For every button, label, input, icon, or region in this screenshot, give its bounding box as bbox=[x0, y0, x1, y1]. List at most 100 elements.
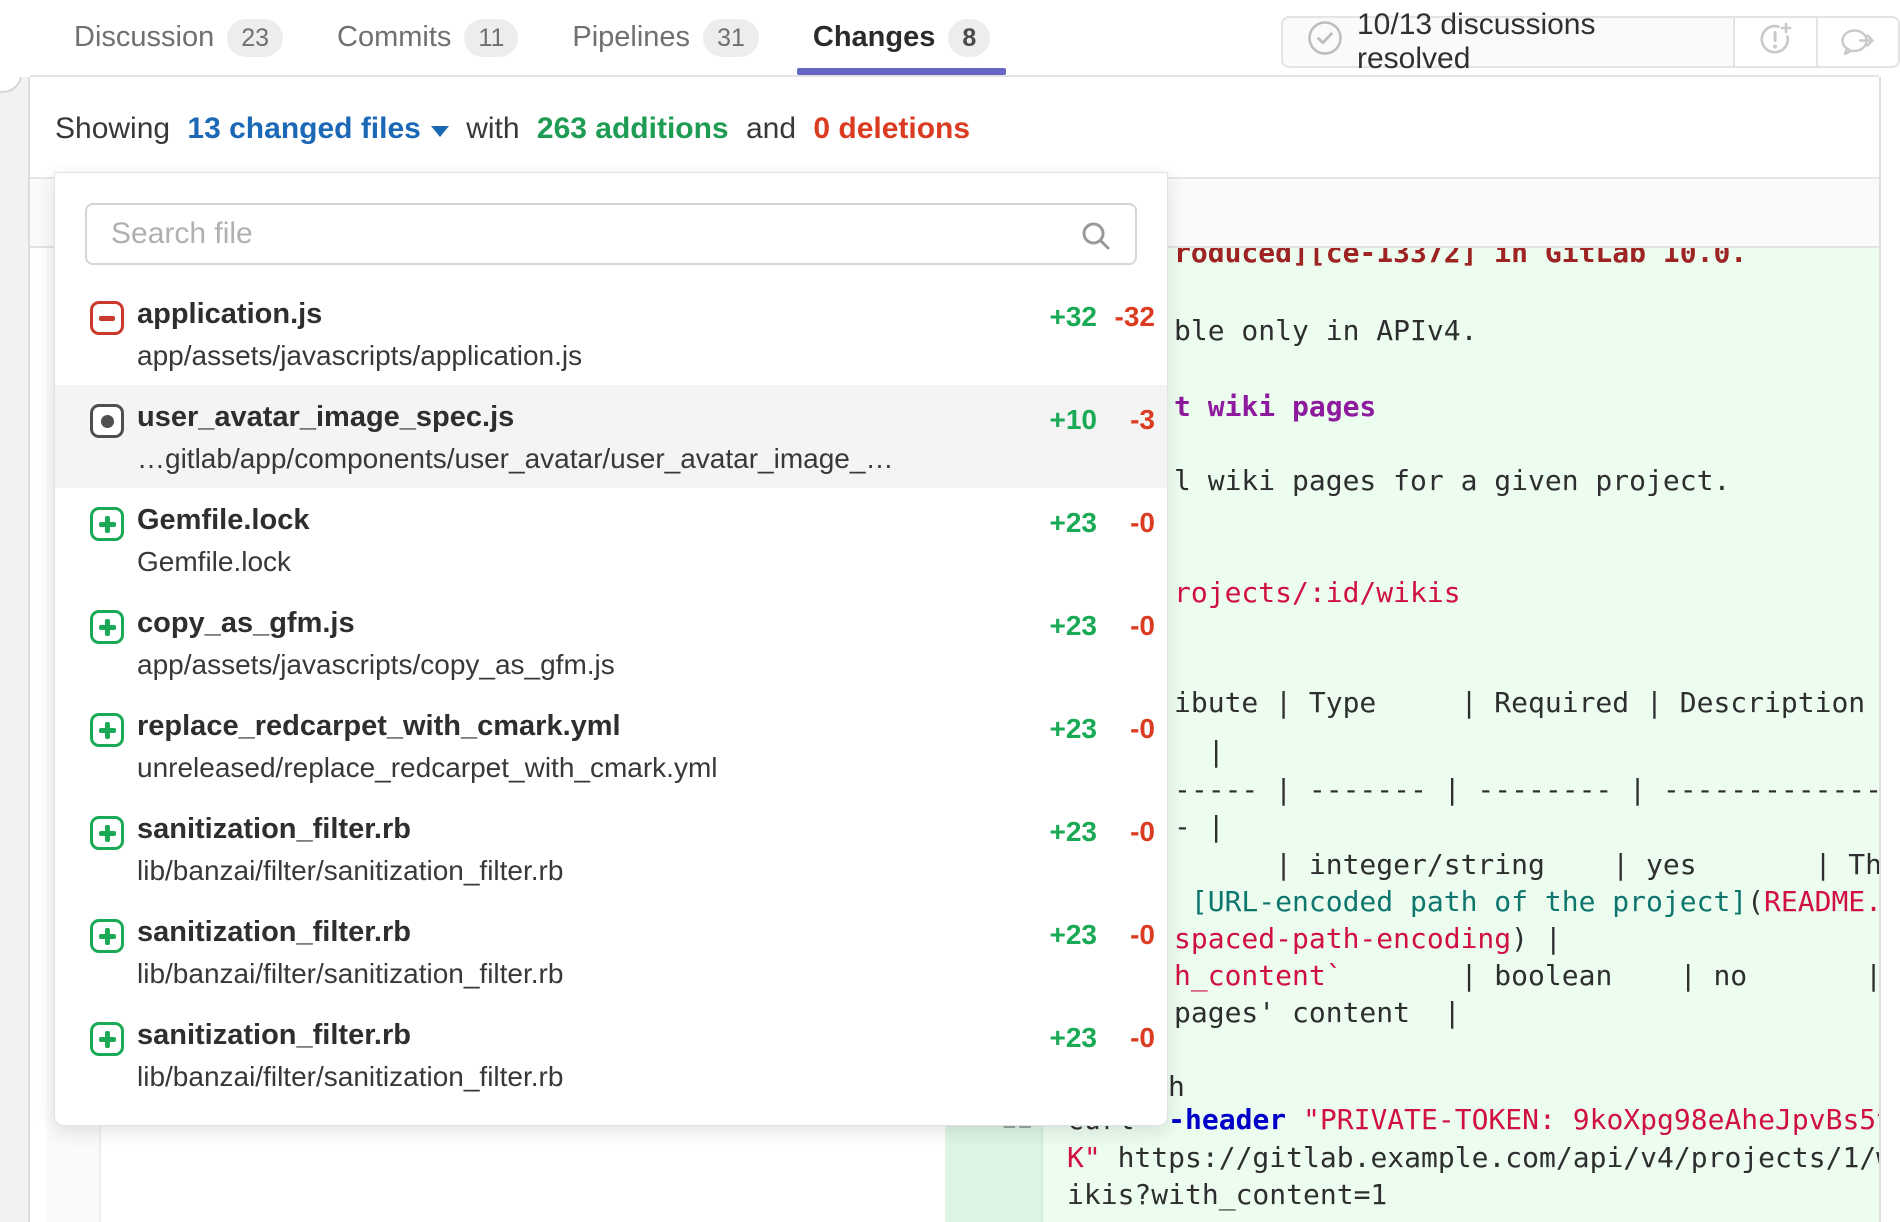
file-path: app/assets/javascripts/application.js bbox=[137, 340, 582, 372]
lines-removed: -0 bbox=[1097, 713, 1155, 745]
diff-code-line: ibute | Type | Required | Description bbox=[1174, 688, 1865, 718]
file-path: lib/banzai/filter/sanitization_filter.rb bbox=[137, 855, 563, 887]
file-row-sanitization-filter-rb[interactable]: sanitization_filter.rb lib/banzai/filter… bbox=[55, 1003, 1167, 1106]
diff-code-line: t wiki pages bbox=[1174, 392, 1376, 422]
chevron-down-icon bbox=[431, 126, 449, 137]
file-row-sanitization-filter-rb[interactable]: sanitization_filter.rb lib/banzai/filter… bbox=[55, 797, 1167, 900]
file-deleted-icon bbox=[90, 301, 124, 335]
showing-middle: with bbox=[458, 112, 528, 146]
search-icon bbox=[1079, 219, 1113, 258]
tab-discussion[interactable]: Discussion 23 bbox=[74, 0, 283, 75]
lines-removed: -0 bbox=[1097, 816, 1155, 848]
tab-count-badge: 11 bbox=[464, 19, 518, 57]
tab-label: Pipelines bbox=[572, 21, 690, 54]
deletions-count: 0 deletions bbox=[813, 112, 970, 146]
lines-added: +23 bbox=[1013, 610, 1097, 642]
diff-code-line: h bbox=[1168, 1072, 1185, 1102]
file-path: Gemfile.lock bbox=[137, 546, 309, 578]
file-name: copy_as_gfm.js bbox=[137, 606, 615, 640]
diff-code-line: ble only in APIv4. bbox=[1174, 316, 1477, 346]
file-path: lib/banzai/filter/sanitization_filter.rb bbox=[137, 1061, 563, 1093]
lines-removed: -0 bbox=[1097, 507, 1155, 539]
file-stats: +10 -3 bbox=[1013, 400, 1155, 436]
diff-code-line: | integer/string | yes | The bbox=[1174, 850, 1879, 880]
file-stats: +23 -0 bbox=[1013, 812, 1155, 848]
tab-count-badge: 8 bbox=[948, 19, 990, 57]
tab-count-badge: 31 bbox=[703, 19, 759, 57]
file-name: application.js bbox=[137, 297, 582, 331]
file-name: sanitization_filter.rb bbox=[137, 812, 563, 846]
additions-count: 263 additions bbox=[537, 112, 729, 146]
resolve-in-new-issue-button[interactable] bbox=[1735, 16, 1817, 68]
diff-code-line: roduced][ce-13372] in GitLab 10.0. bbox=[1174, 248, 1747, 268]
file-row-sanitization-filter-rb[interactable]: sanitization_filter.rb lib/banzai/filter… bbox=[55, 900, 1167, 1003]
lines-added: +23 bbox=[1013, 507, 1097, 539]
file-stats: +32 -32 bbox=[1013, 297, 1155, 333]
diff-code-line: h_content` | boolean | no | In bbox=[1174, 961, 1879, 991]
file-row-gemfile-lock[interactable]: Gemfile.lock Gemfile.lock +23 -0 bbox=[55, 488, 1167, 591]
file-stats: +23 -0 bbox=[1013, 606, 1155, 642]
lines-added: +23 bbox=[1013, 713, 1097, 745]
file-path: lib/banzai/filter/sanitization_filter.rb bbox=[137, 958, 563, 990]
file-added-icon bbox=[90, 610, 124, 644]
file-row-copy-as-gfm-js[interactable]: copy_as_gfm.js app/assets/javascripts/co… bbox=[55, 591, 1167, 694]
tab-pipelines[interactable]: Pipelines 31 bbox=[572, 0, 759, 75]
file-name: sanitization_filter.rb bbox=[137, 1018, 563, 1052]
diff-code-line: ----- | ------- | -------- | -----------… bbox=[1174, 775, 1879, 805]
showing-prefix: Showing bbox=[55, 112, 178, 146]
changed-files-dropdown-panel: application.js app/assets/javascripts/ap… bbox=[54, 172, 1168, 1126]
diff-code-line: - | bbox=[1174, 812, 1225, 842]
file-added-icon bbox=[90, 713, 124, 747]
tab-label: Discussion bbox=[74, 21, 214, 54]
tabs: Discussion 23 Commits 11 Pipelines 31 Ch… bbox=[74, 0, 990, 75]
diff-code-line: [URL-encoded path of the project](README… bbox=[1174, 887, 1879, 917]
file-added-icon bbox=[90, 1022, 124, 1056]
file-row-user-avatar-image-spec-js[interactable]: user_avatar_image_spec.js …gitlab/app/co… bbox=[55, 385, 1167, 488]
diff-code-line: | bbox=[1174, 737, 1225, 767]
new-issue-icon bbox=[1754, 19, 1796, 66]
file-row-application-js[interactable]: application.js app/assets/javascripts/ap… bbox=[55, 282, 1167, 385]
file-search-box bbox=[85, 203, 1137, 265]
diff-code-line: ikis?with_content=1 bbox=[1067, 1180, 1387, 1210]
file-path: unreleased/replace_redcarpet_with_cmark.… bbox=[137, 752, 718, 784]
file-path: app/assets/javascripts/copy_as_gfm.js bbox=[137, 649, 615, 681]
file-stats: +23 -0 bbox=[1013, 503, 1155, 539]
lines-removed: -32 bbox=[1097, 301, 1155, 333]
tab-label: Changes bbox=[813, 21, 935, 54]
jump-to-next-discussion-button[interactable] bbox=[1818, 16, 1900, 68]
tab-commits[interactable]: Commits 11 bbox=[337, 0, 518, 75]
file-name: user_avatar_image_spec.js bbox=[137, 400, 897, 434]
discussions-resolved-status: 10/13 discussions resolved bbox=[1281, 16, 1735, 68]
file-row-replace-redcarpet-with-cmark-yml[interactable]: replace_redcarpet_with_cmark.yml unrelea… bbox=[55, 694, 1167, 797]
lines-added: +23 bbox=[1013, 919, 1097, 951]
check-circle-icon bbox=[1307, 20, 1343, 64]
search-input[interactable] bbox=[87, 217, 1135, 251]
lines-added: +32 bbox=[1013, 301, 1097, 333]
diff-code-line: pages' content | bbox=[1174, 998, 1461, 1028]
file-stats: +23 -0 bbox=[1013, 1018, 1155, 1054]
discussions-resolved-label: 10/13 discussions resolved bbox=[1357, 8, 1709, 76]
file-added-icon bbox=[90, 919, 124, 953]
file-path: …gitlab/app/components/user_avatar/user_… bbox=[137, 443, 897, 475]
file-stats: +23 -0 bbox=[1013, 915, 1155, 951]
file-stats: +23 -0 bbox=[1013, 709, 1155, 745]
diff-code-line: rojects/:id/wikis bbox=[1174, 578, 1461, 608]
showing-and: and bbox=[738, 112, 805, 146]
file-name: replace_redcarpet_with_cmark.yml bbox=[137, 709, 718, 743]
tab-label: Commits bbox=[337, 21, 451, 54]
lines-removed: -3 bbox=[1097, 404, 1155, 436]
left-page-edge-strip bbox=[0, 0, 30, 1222]
changed-files-dropdown-toggle[interactable]: 13 changed files bbox=[187, 112, 448, 146]
tab-changes[interactable]: Changes 8 bbox=[813, 0, 990, 75]
lines-removed: -0 bbox=[1097, 919, 1155, 951]
merge-request-changes-page: roduced][ce-13372] in GitLab 10.0. ble on… bbox=[0, 0, 1900, 1222]
file-name: Gemfile.lock bbox=[137, 503, 309, 537]
diff-code-line: K" https://gitlab.example.com/api/v4/pro… bbox=[1067, 1143, 1879, 1173]
lines-added: +23 bbox=[1013, 816, 1097, 848]
file-name: sanitization_filter.rb bbox=[137, 915, 563, 949]
diff-stats-summary: Showing 13 changed files with 263 additi… bbox=[55, 112, 970, 146]
tab-count-badge: 23 bbox=[227, 19, 283, 57]
right-scroll-gutter bbox=[1881, 0, 1900, 1222]
lines-added: +10 bbox=[1013, 404, 1097, 436]
discussions-resolved-group: 10/13 discussions resolved bbox=[1281, 16, 1900, 68]
